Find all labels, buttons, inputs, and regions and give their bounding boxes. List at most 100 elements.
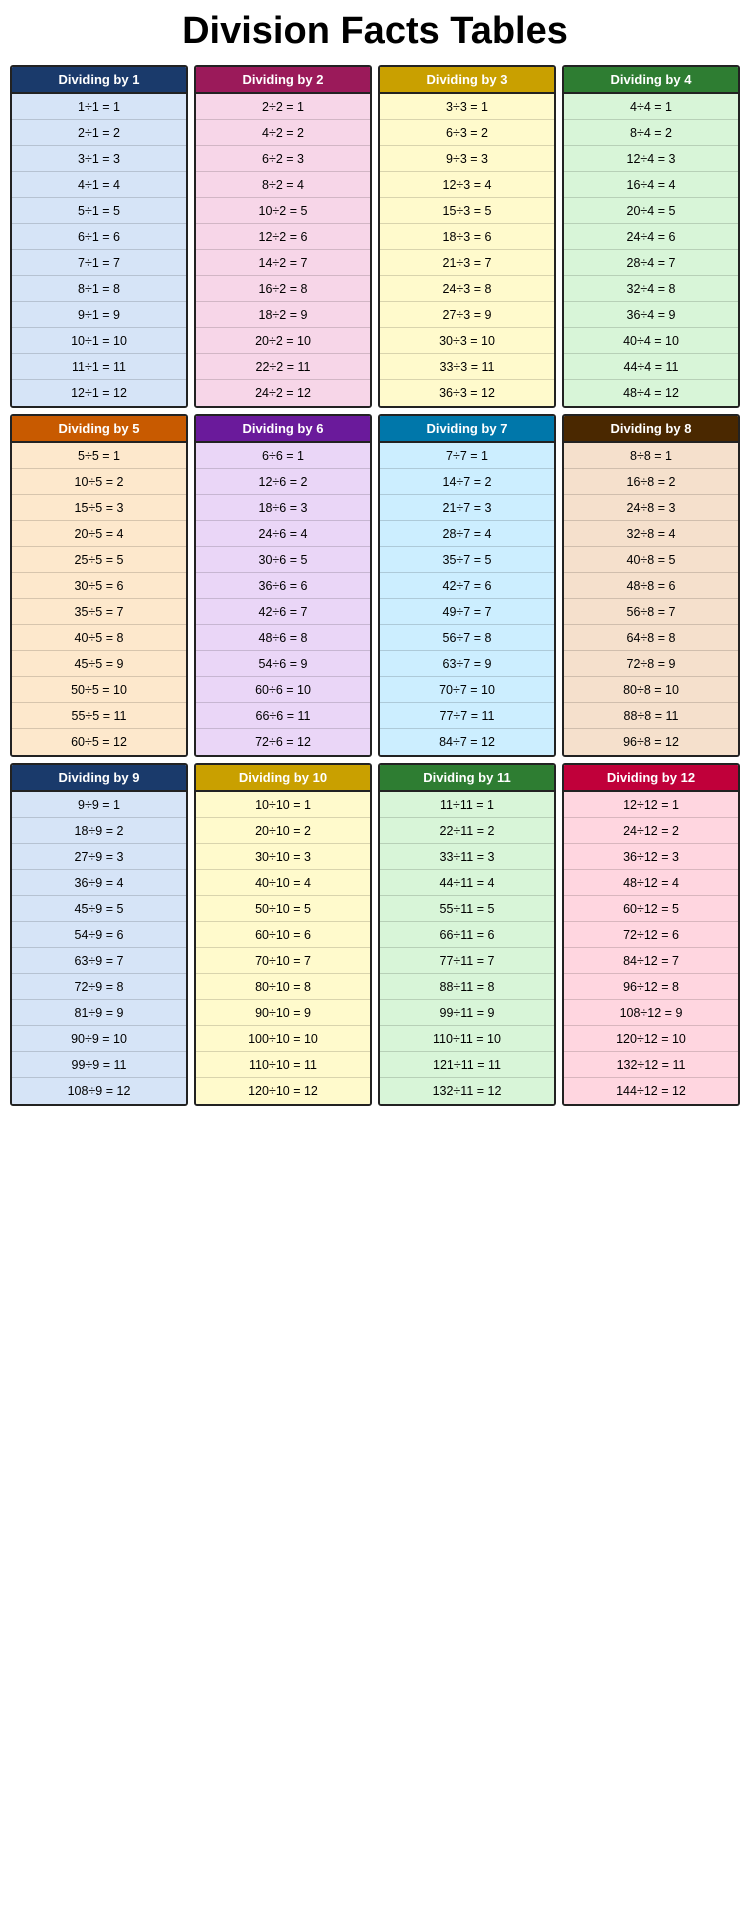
equation-text: 12÷1 = 12 xyxy=(16,386,182,400)
equation-text: 15÷3 = 5 xyxy=(384,204,550,218)
table-row: 16÷4 = 4 xyxy=(564,172,738,198)
table-row: 12÷12 = 1 xyxy=(564,792,738,818)
table-row: 14÷7 = 2 xyxy=(380,469,554,495)
table-row: 24÷3 = 8 xyxy=(380,276,554,302)
table-row: 21÷3 = 7 xyxy=(380,250,554,276)
table-row: 33÷3 = 11 xyxy=(380,354,554,380)
table-row: 99÷11 = 9 xyxy=(380,1000,554,1026)
equation-text: 132÷11 = 12 xyxy=(384,1084,550,1098)
table-row: 56÷8 = 7 xyxy=(564,599,738,625)
equation-text: 88÷8 = 11 xyxy=(568,709,734,723)
table-4-header: Dividing by 4 xyxy=(564,67,738,94)
table-row: 16÷2 = 8 xyxy=(196,276,370,302)
table-row: 70÷10 = 7 xyxy=(196,948,370,974)
table-row: 6÷1 = 6 xyxy=(12,224,186,250)
table-row: 48÷12 = 4 xyxy=(564,870,738,896)
equation-text: 10÷1 = 10 xyxy=(16,334,182,348)
equation-text: 18÷2 = 9 xyxy=(200,308,366,322)
table-row: 60÷5 = 12 xyxy=(12,729,186,755)
equation-text: 16÷8 = 2 xyxy=(568,475,734,489)
equation-text: 70÷7 = 10 xyxy=(384,683,550,697)
table-row: 14÷2 = 7 xyxy=(196,250,370,276)
equation-text: 36÷12 = 3 xyxy=(568,850,734,864)
table-row: 99÷9 = 11 xyxy=(12,1052,186,1078)
table-row: 20÷10 = 2 xyxy=(196,818,370,844)
table-row: 48÷8 = 6 xyxy=(564,573,738,599)
equation-text: 2÷2 = 1 xyxy=(200,100,366,114)
equation-text: 16÷2 = 8 xyxy=(200,282,366,296)
equation-text: 48÷6 = 8 xyxy=(200,631,366,645)
equation-text: 33÷11 = 3 xyxy=(384,850,550,864)
equation-text: 110÷10 = 11 xyxy=(200,1058,366,1072)
table-row: 5÷1 = 5 xyxy=(12,198,186,224)
equation-text: 64÷8 = 8 xyxy=(568,631,734,645)
equation-text: 7÷1 = 7 xyxy=(16,256,182,270)
equation-text: 12÷2 = 6 xyxy=(200,230,366,244)
equation-text: 35÷7 = 5 xyxy=(384,553,550,567)
equation-text: 81÷9 = 9 xyxy=(16,1006,182,1020)
equation-text: 40÷10 = 4 xyxy=(200,876,366,890)
table-row: 2÷2 = 1 xyxy=(196,94,370,120)
equation-text: 3÷1 = 3 xyxy=(16,152,182,166)
table-row: 4÷2 = 2 xyxy=(196,120,370,146)
table-row: 7÷7 = 1 xyxy=(380,443,554,469)
table-row: 40÷4 = 10 xyxy=(564,328,738,354)
table-row: 63÷7 = 9 xyxy=(380,651,554,677)
equation-text: 121÷11 = 11 xyxy=(384,1058,550,1072)
table-row: 25÷5 = 5 xyxy=(12,547,186,573)
equation-text: 6÷1 = 6 xyxy=(16,230,182,244)
table-row: 7÷1 = 7 xyxy=(12,250,186,276)
equation-text: 32÷4 = 8 xyxy=(568,282,734,296)
table-row: 63÷9 = 7 xyxy=(12,948,186,974)
table-row: 32÷4 = 8 xyxy=(564,276,738,302)
equation-text: 80÷8 = 10 xyxy=(568,683,734,697)
equation-text: 20÷5 = 4 xyxy=(16,527,182,541)
table-row: 9÷9 = 1 xyxy=(12,792,186,818)
table-row: 18÷2 = 9 xyxy=(196,302,370,328)
equation-text: 48÷12 = 4 xyxy=(568,876,734,890)
table-row: 44÷4 = 11 xyxy=(564,354,738,380)
table-row: 108÷9 = 12 xyxy=(12,1078,186,1104)
equation-text: 99÷11 = 9 xyxy=(384,1006,550,1020)
table-row: 35÷5 = 7 xyxy=(12,599,186,625)
table-row: 44÷11 = 4 xyxy=(380,870,554,896)
table-row: 33÷11 = 3 xyxy=(380,844,554,870)
equation-text: 20÷10 = 2 xyxy=(200,824,366,838)
equation-text: 9÷9 = 1 xyxy=(16,798,182,812)
equation-text: 80÷10 = 8 xyxy=(200,980,366,994)
equation-text: 60÷6 = 10 xyxy=(200,683,366,697)
table-row: 4÷1 = 4 xyxy=(12,172,186,198)
equation-text: 55÷11 = 5 xyxy=(384,902,550,916)
equation-text: 48÷4 = 12 xyxy=(568,386,734,400)
table-row: 66÷6 = 11 xyxy=(196,703,370,729)
equation-text: 20÷4 = 5 xyxy=(568,204,734,218)
equation-text: 30÷3 = 10 xyxy=(384,334,550,348)
table-row: 36÷3 = 12 xyxy=(380,380,554,406)
equation-text: 15÷5 = 3 xyxy=(16,501,182,515)
table-row: 70÷7 = 10 xyxy=(380,677,554,703)
table-row: 6÷6 = 1 xyxy=(196,443,370,469)
table-row: 84÷12 = 7 xyxy=(564,948,738,974)
equation-text: 12÷3 = 4 xyxy=(384,178,550,192)
table-row: 36÷12 = 3 xyxy=(564,844,738,870)
equation-text: 24÷4 = 6 xyxy=(568,230,734,244)
division-table-7: Dividing by 77÷7 = 114÷7 = 221÷7 = 328÷7… xyxy=(378,414,556,757)
equation-text: 5÷1 = 5 xyxy=(16,204,182,218)
equation-text: 14÷2 = 7 xyxy=(200,256,366,270)
table-row: 20÷4 = 5 xyxy=(564,198,738,224)
table-row: 72÷9 = 8 xyxy=(12,974,186,1000)
equation-text: 132÷12 = 11 xyxy=(568,1058,734,1072)
table-row: 20÷5 = 4 xyxy=(12,521,186,547)
table-row: 42÷6 = 7 xyxy=(196,599,370,625)
equation-text: 56÷8 = 7 xyxy=(568,605,734,619)
equation-text: 84÷7 = 12 xyxy=(384,735,550,749)
table-row: 9÷3 = 3 xyxy=(380,146,554,172)
table-row: 6÷3 = 2 xyxy=(380,120,554,146)
equation-text: 108÷12 = 9 xyxy=(568,1006,734,1020)
division-table-12: Dividing by 1212÷12 = 124÷12 = 236÷12 = … xyxy=(562,763,740,1106)
table-row: 90÷9 = 10 xyxy=(12,1026,186,1052)
equation-text: 32÷8 = 4 xyxy=(568,527,734,541)
equation-text: 35÷5 = 7 xyxy=(16,605,182,619)
table-row: 10÷2 = 5 xyxy=(196,198,370,224)
equation-text: 144÷12 = 12 xyxy=(568,1084,734,1098)
